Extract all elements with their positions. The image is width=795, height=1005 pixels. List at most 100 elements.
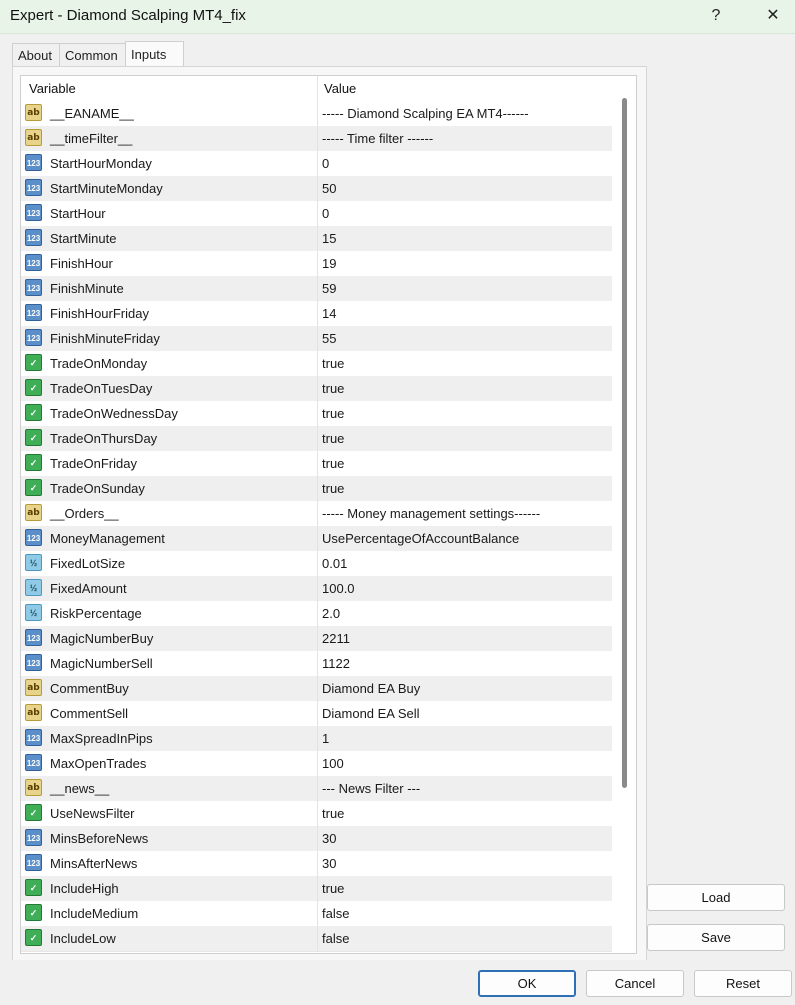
column-divider xyxy=(317,226,318,251)
table-row[interactable]: ab CommentSell Diamond EA Sell xyxy=(21,701,612,727)
column-header-value[interactable]: Value xyxy=(324,81,356,96)
variable-value[interactable]: --- News Filter --- xyxy=(322,781,420,796)
ok-button[interactable]: OK xyxy=(478,970,576,997)
variable-value[interactable]: 1 xyxy=(322,731,329,746)
table-row[interactable]: 123 MagicNumberBuy 2211 xyxy=(21,626,612,652)
table-row[interactable]: 123 FinishMinuteFriday 55 xyxy=(21,326,612,352)
variable-value[interactable]: false xyxy=(322,906,349,921)
table-row[interactable]: ✓ IncludeLow false xyxy=(21,926,612,952)
variable-value[interactable]: 50 xyxy=(322,181,336,196)
variable-name: __EANAME__ xyxy=(50,106,134,121)
integer-type-icon: 123 xyxy=(25,179,42,196)
table-row[interactable]: ✓ TradeOnWednessDay true xyxy=(21,401,612,427)
integer-type-icon: 123 xyxy=(25,154,42,171)
tab-inputs[interactable]: Inputs xyxy=(125,41,184,67)
table-row[interactable]: ab __Orders__ ----- Money management setti… xyxy=(21,501,612,527)
table-row[interactable]: ½ FixedLotSize 0.01 xyxy=(21,551,612,577)
tab-about[interactable]: About xyxy=(12,43,60,67)
variable-value[interactable]: Diamond EA Sell xyxy=(322,706,420,721)
variable-name: TradeOnThursDay xyxy=(50,431,158,446)
variable-value[interactable]: true xyxy=(322,881,344,896)
close-icon[interactable]: ✕ xyxy=(747,0,795,33)
variable-value[interactable]: true xyxy=(322,481,344,496)
variable-value[interactable]: 2.0 xyxy=(322,606,340,621)
column-divider[interactable] xyxy=(317,76,318,101)
boolean-type-icon: ✓ xyxy=(25,429,42,446)
column-divider xyxy=(317,351,318,376)
table-row[interactable]: 123 FinishHour 19 xyxy=(21,251,612,277)
variable-value[interactable]: true xyxy=(322,806,344,821)
variable-value[interactable]: 30 xyxy=(322,831,336,846)
variable-value[interactable]: 14 xyxy=(322,306,336,321)
cancel-button[interactable]: Cancel xyxy=(586,970,684,997)
table-row[interactable]: ab __timeFilter__ ----- Time filter ------ xyxy=(21,126,612,152)
variable-value[interactable]: 55 xyxy=(322,331,336,346)
table-row[interactable]: ✓ UseNewsFilter true xyxy=(21,801,612,827)
table-row[interactable]: 123 MinsAfterNews 30 xyxy=(21,851,612,877)
string-type-icon: ab xyxy=(25,129,42,146)
variable-name: IncludeHigh xyxy=(50,881,119,896)
save-button[interactable]: Save xyxy=(647,924,785,951)
variable-value[interactable]: 30 xyxy=(322,856,336,871)
table-row[interactable]: ✓ TradeOnSunday true xyxy=(21,476,612,502)
title-bar: Expert - Diamond Scalping MT4_fix ? ✕ xyxy=(0,0,795,34)
table-row[interactable]: ab __EANAME__ ----- Diamond Scalping EA MT… xyxy=(21,101,612,127)
boolean-type-icon: ✓ xyxy=(25,354,42,371)
variable-value[interactable]: false xyxy=(322,931,349,946)
string-type-icon: ab xyxy=(25,104,42,121)
table-row[interactable]: ✓ TradeOnThursDay true xyxy=(21,426,612,452)
table-row[interactable]: ab __news__ --- News Filter --- xyxy=(21,776,612,802)
table-row[interactable]: 123 StartMinuteMonday 50 xyxy=(21,176,612,202)
variable-value[interactable]: true xyxy=(322,356,344,371)
variable-value[interactable]: 19 xyxy=(322,256,336,271)
column-divider xyxy=(317,701,318,726)
table-row[interactable]: ½ RiskPercentage 2.0 xyxy=(21,601,612,627)
reset-button[interactable]: Reset xyxy=(694,970,792,997)
table-row[interactable]: ✓ TradeOnFriday true xyxy=(21,451,612,477)
variable-value[interactable]: ----- Money management settings------ xyxy=(322,506,540,521)
help-icon[interactable]: ? xyxy=(690,0,742,33)
table-row[interactable]: ✓ IncludeMedium false xyxy=(21,901,612,927)
variable-value[interactable]: true xyxy=(322,381,344,396)
variable-name: IncludeMedium xyxy=(50,906,139,921)
variable-value[interactable]: 0 xyxy=(322,156,329,171)
table-row[interactable]: 123 MoneyManagement UsePercentageOfAccount… xyxy=(21,526,612,552)
variable-value[interactable]: 100 xyxy=(322,756,344,771)
table-row[interactable]: ✓ IncludeHigh true xyxy=(21,876,612,902)
variable-value[interactable]: Diamond EA Buy xyxy=(322,681,420,696)
table-row[interactable]: 123 MagicNumberSell 1122 xyxy=(21,651,612,677)
vertical-scrollbar[interactable] xyxy=(620,98,628,948)
column-header-variable[interactable]: Variable xyxy=(29,81,76,96)
table-row[interactable]: ✓ TradeOnMonday true xyxy=(21,351,612,377)
variable-value[interactable]: 0 xyxy=(322,206,329,221)
integer-type-icon: 123 xyxy=(25,854,42,871)
table-row[interactable]: ✓ TradeOnTuesDay true xyxy=(21,376,612,402)
column-divider xyxy=(317,476,318,501)
variable-value[interactable]: 100.0 xyxy=(322,581,355,596)
variable-value[interactable]: true xyxy=(322,456,344,471)
table-row[interactable]: 123 StartMinute 15 xyxy=(21,226,612,252)
variable-value[interactable]: 0.01 xyxy=(322,556,347,571)
variable-value[interactable]: ----- Diamond Scalping EA MT4------ xyxy=(322,106,529,121)
table-row[interactable]: 123 FinishMinute 59 xyxy=(21,276,612,302)
variable-value[interactable]: true xyxy=(322,431,344,446)
table-row[interactable]: 123 MaxOpenTrades 100 xyxy=(21,751,612,777)
tab-common[interactable]: Common xyxy=(59,43,129,67)
load-button[interactable]: Load xyxy=(647,884,785,911)
table-row[interactable]: 123 MinsBeforeNews 30 xyxy=(21,826,612,852)
variable-value[interactable]: ----- Time filter ------ xyxy=(322,131,433,146)
variable-value[interactable]: 59 xyxy=(322,281,336,296)
variable-value[interactable]: true xyxy=(322,406,344,421)
variable-value[interactable]: UsePercentageOfAccountBalance xyxy=(322,531,519,546)
table-row[interactable]: 123 StartHourMonday 0 xyxy=(21,151,612,177)
variable-value[interactable]: 1122 xyxy=(322,656,350,671)
variable-value[interactable]: 15 xyxy=(322,231,336,246)
table-row[interactable]: 123 MaxSpreadInPips 1 xyxy=(21,726,612,752)
table-row[interactable]: 123 StartHour 0 xyxy=(21,201,612,227)
variable-name: CommentBuy xyxy=(50,681,129,696)
table-row[interactable]: ab CommentBuy Diamond EA Buy xyxy=(21,676,612,702)
scrollbar-thumb[interactable] xyxy=(622,98,627,788)
variable-value[interactable]: 2211 xyxy=(322,631,350,646)
table-row[interactable]: ½ FixedAmount 100.0 xyxy=(21,576,612,602)
table-row[interactable]: 123 FinishHourFriday 14 xyxy=(21,301,612,327)
